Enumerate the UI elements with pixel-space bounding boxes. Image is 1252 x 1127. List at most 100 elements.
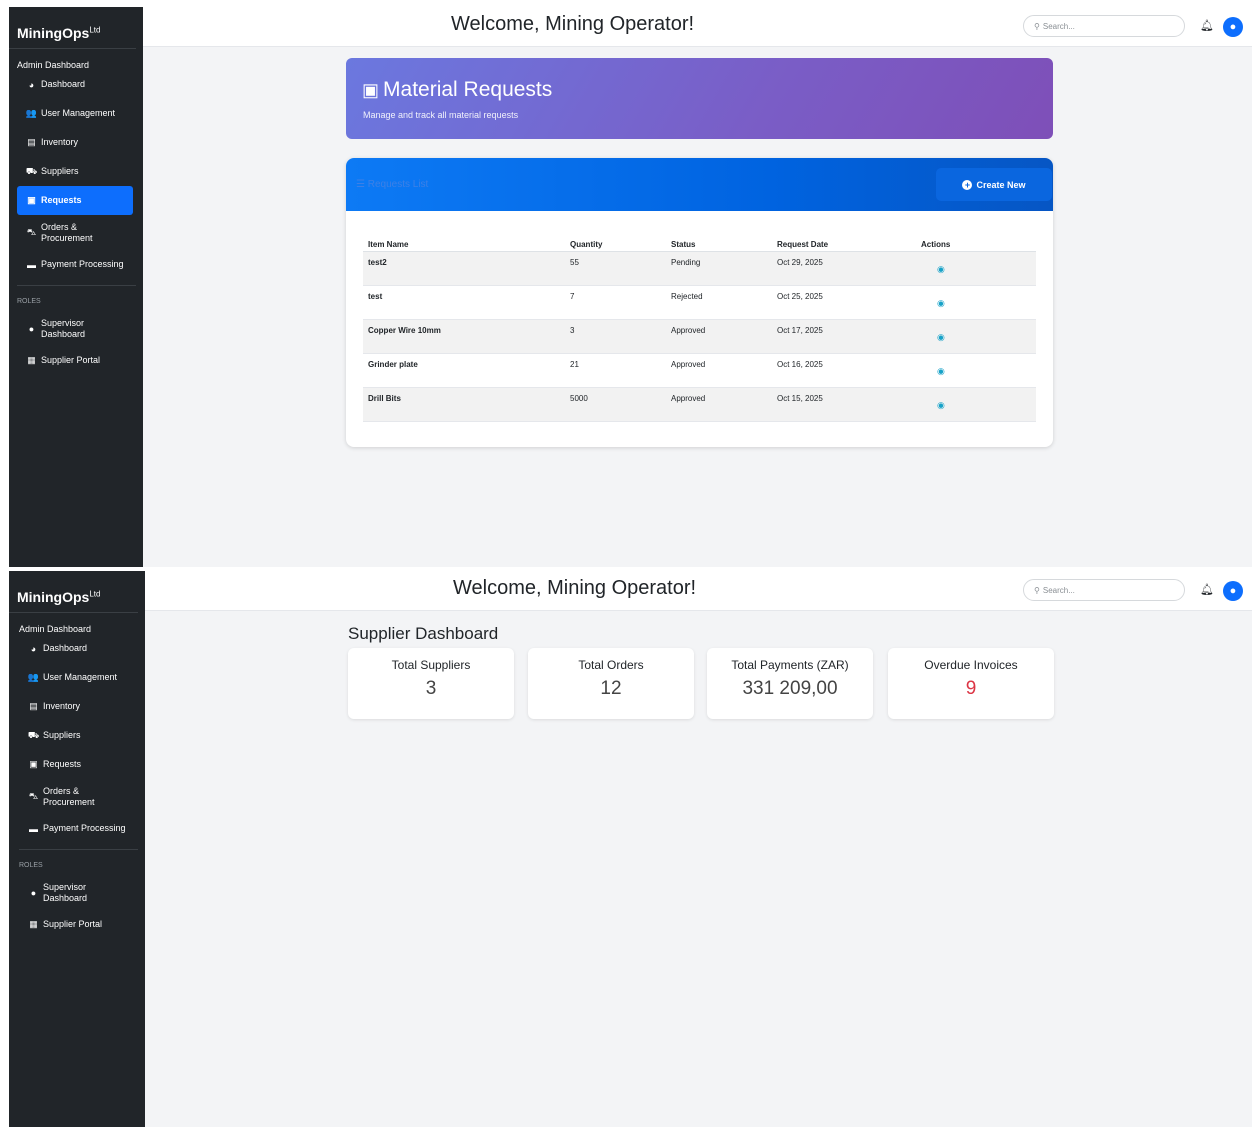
- cell-quantity: 21: [565, 353, 666, 388]
- people-carry-icon: ▦: [27, 355, 36, 365]
- welcome-heading: Welcome, Mining Operator!: [453, 577, 697, 599]
- search-icon: ⚲: [1034, 586, 1040, 595]
- search-input[interactable]: ⚲ Search...: [1023, 579, 1185, 601]
- cell-item-name: test: [363, 285, 565, 320]
- truck-icon: ⛟: [27, 729, 40, 740]
- user-avatar-icon[interactable]: ●: [1223, 581, 1243, 601]
- stat-card-total-payments: Total Payments (ZAR) 331 209,00: [707, 648, 873, 719]
- roles-section-title: ROLES: [17, 285, 136, 311]
- sidebar-item-payment-processing[interactable]: ▬ Payment Processing: [17, 250, 133, 279]
- cart-icon: ⛍: [28, 790, 39, 801]
- list-icon: ☰: [356, 179, 368, 190]
- sidebar-item-suppliers[interactable]: ⛟ Suppliers: [19, 721, 135, 750]
- view-eye-icon[interactable]: ◉: [937, 332, 945, 343]
- users-icon: 👥: [25, 108, 38, 118]
- warehouse-icon: ▤: [29, 701, 38, 711]
- sidebar-item-supervisor-dashboard[interactable]: ● Supervisor Dashboard: [17, 311, 133, 346]
- column-header-status: Status: [666, 231, 772, 252]
- sidebar-item-orders-procurement[interactable]: ⛍ Orders & Procurement: [19, 779, 135, 814]
- requests-table: Item Name Quantity Status Request Date A…: [363, 231, 1036, 422]
- roles-section-title: ROLES: [19, 849, 138, 875]
- table-row: Grinder plate 21 Approved Oct 16, 2025 ◉: [363, 353, 1036, 388]
- people-carry-icon: ▦: [29, 919, 38, 929]
- clipboard-list-icon: ▣: [362, 80, 380, 100]
- sidebar-item-supplier-portal[interactable]: ▦ Supplier Portal: [19, 910, 135, 939]
- stat-value: 9: [965, 678, 977, 699]
- sidebar-item-inventory[interactable]: ▤ Inventory: [17, 128, 133, 157]
- cell-actions: ◉: [916, 285, 1036, 320]
- sidebar-section-title: Admin Dashboard: [17, 60, 90, 70]
- welcome-heading: Welcome, Mining Operator!: [451, 13, 695, 35]
- cell-actions: ◉: [916, 387, 1036, 422]
- cell-item-name: test2: [363, 251, 565, 286]
- material-requests-screen: MiningOpsLtd Admin Dashboard ◕ Dashboard …: [9, 7, 1252, 567]
- sidebar-item-supplier-portal[interactable]: ▦ Supplier Portal: [17, 346, 133, 375]
- cell-status: Rejected: [666, 285, 772, 320]
- cell-quantity: 7: [565, 285, 666, 320]
- cell-quantity: 3: [565, 319, 666, 354]
- search-input[interactable]: ⚲ Search...: [1023, 15, 1185, 37]
- sidebar-item-supervisor-dashboard[interactable]: ● Supervisor Dashboard: [19, 875, 135, 910]
- clipboard-icon: ▣: [27, 195, 36, 205]
- stat-value: 12: [600, 678, 622, 699]
- sidebar-item-user-management[interactable]: 👥 User Management: [17, 99, 133, 128]
- create-new-button[interactable]: + Create New: [936, 168, 1052, 201]
- user-avatar-icon[interactable]: ●: [1223, 17, 1243, 37]
- stat-value: 3: [425, 678, 437, 699]
- sidebar: MiningOpsLtd Admin Dashboard ◕ Dashboard …: [9, 571, 145, 1127]
- stat-card-overdue-invoices: Overdue Invoices 9: [888, 648, 1054, 719]
- stat-label: Total Suppliers: [391, 658, 471, 672]
- sidebar-item-user-management[interactable]: 👥 User Management: [19, 663, 135, 692]
- clipboard-icon: ▣: [29, 759, 38, 769]
- cell-request-date: Oct 17, 2025: [772, 319, 916, 354]
- bell-icon[interactable]: 🔔︎: [1200, 19, 1214, 32]
- table-row: test 7 Rejected Oct 25, 2025 ◉: [363, 285, 1036, 320]
- stat-label: Overdue Invoices: [924, 658, 1018, 672]
- sidebar: MiningOpsLtd Admin Dashboard ◕ Dashboard …: [9, 7, 143, 567]
- sidebar-item-orders-procurement[interactable]: ⛍ Orders & Procurement: [17, 215, 133, 250]
- table-row: test2 55 Pending Oct 29, 2025 ◉: [363, 251, 1036, 286]
- view-eye-icon[interactable]: ◉: [937, 366, 945, 377]
- cell-actions: ◉: [916, 251, 1036, 286]
- cell-actions: ◉: [916, 319, 1036, 354]
- dashboard-gauge-icon: ◕: [28, 79, 35, 90]
- cart-icon: ⛍: [26, 226, 37, 237]
- cell-status: Approved: [666, 387, 772, 422]
- table-row: Drill Bits 5000 Approved Oct 15, 2025 ◉: [363, 387, 1036, 422]
- users-icon: 👥: [27, 672, 40, 682]
- user-tie-icon: ●: [28, 323, 35, 334]
- sidebar-item-requests[interactable]: ▣ Requests: [19, 750, 135, 779]
- view-eye-icon[interactable]: ◉: [937, 400, 945, 411]
- sidebar-item-requests[interactable]: ▣ Requests: [17, 186, 133, 215]
- credit-card-icon: ▬: [27, 259, 36, 270]
- table-row: Copper Wire 10mm 3 Approved Oct 17, 2025…: [363, 319, 1036, 354]
- view-eye-icon[interactable]: ◉: [937, 264, 945, 275]
- stat-label: Total Payments (ZAR): [731, 658, 849, 672]
- sidebar-item-dashboard[interactable]: ◕ Dashboard: [19, 634, 135, 663]
- credit-card-icon: ▬: [29, 823, 38, 834]
- sidebar-item-inventory[interactable]: ▤ Inventory: [19, 692, 135, 721]
- sidebar-item-dashboard[interactable]: ◕ Dashboard: [17, 70, 133, 99]
- cell-item-name: Copper Wire 10mm: [363, 319, 565, 354]
- stat-label: Total Orders: [578, 658, 644, 672]
- view-eye-icon[interactable]: ◉: [937, 298, 945, 309]
- top-bar: Welcome, Mining Operator! ⚲ Search... 🔔︎ …: [143, 7, 1252, 47]
- brand-logo[interactable]: MiningOpsLtd: [9, 571, 138, 613]
- dashboard-gauge-icon: ◕: [30, 643, 37, 654]
- bell-icon[interactable]: 🔔︎: [1200, 583, 1214, 596]
- page-title: Supplier Dashboard: [348, 624, 499, 643]
- sidebar-item-suppliers[interactable]: ⛟ Suppliers: [17, 157, 133, 186]
- brand-logo[interactable]: MiningOpsLtd: [9, 7, 136, 49]
- top-bar: Welcome, Mining Operator! ⚲ Search... 🔔︎ …: [145, 571, 1252, 611]
- cell-item-name: Grinder plate: [363, 353, 565, 388]
- page-title: ▣ Material Requests: [362, 78, 553, 101]
- stat-card-total-orders: Total Orders 12: [528, 648, 694, 719]
- user-tie-icon: ●: [30, 887, 37, 898]
- sidebar-item-payment-processing[interactable]: ▬ Payment Processing: [19, 814, 135, 843]
- stat-value: 331 209,00: [742, 678, 838, 699]
- cell-quantity: 5000: [565, 387, 666, 422]
- page-subtitle: Manage and track all material requests: [363, 110, 519, 120]
- truck-icon: ⛟: [25, 165, 38, 176]
- requests-list-title: ☰ Requests List: [356, 179, 429, 190]
- cell-request-date: Oct 25, 2025: [772, 285, 916, 320]
